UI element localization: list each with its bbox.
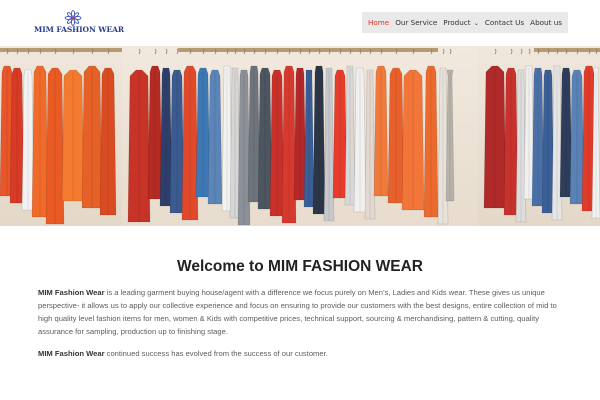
page-title: Welcome to MIM FASHION WEAR [176, 258, 423, 275]
nav-item-home[interactable]: Home [368, 18, 389, 27]
clothes-rack-image [0, 48, 600, 226]
nav-item-our-service[interactable]: Our Service [395, 18, 437, 27]
hanger [154, 48, 157, 55]
hanger [520, 48, 523, 55]
intro-paragraph: MIM Fashion Wear is a leading garment bu… [38, 286, 560, 338]
chevron-down-icon: ⌄ [473, 20, 479, 27]
brand-name-2: MIM Fashion Wear [38, 349, 105, 358]
brand-name: MIM Fashion Wear [38, 288, 105, 297]
intro-text: is a leading garment buying house/agent … [38, 288, 557, 336]
main-nav: Home Our Service Product ⌄ Contact Us Ab… [362, 12, 568, 33]
success-paragraph: MIM Fashion Wear continued success has e… [38, 347, 560, 360]
hanger [449, 48, 452, 55]
hanger [176, 48, 179, 55]
hanger [528, 48, 531, 55]
nav-item-about-us[interactable]: About us [530, 18, 562, 27]
hanger [510, 48, 513, 55]
site-header: MIM FASHION WEAR Home Our Service Produc… [0, 0, 600, 46]
site-logo[interactable]: MIM FASHION WEAR [34, 10, 124, 36]
hanger [165, 48, 168, 55]
hanger [494, 48, 497, 55]
rack-rail [178, 48, 438, 52]
nav-item-product[interactable]: Product ⌄ [443, 18, 479, 27]
success-text: continued success has evolved from the s… [104, 349, 328, 358]
nav-item-contact-us[interactable]: Contact Us [485, 18, 524, 27]
hero-banner [0, 46, 600, 226]
nav-item-product-label: Product [443, 18, 471, 27]
hanger [138, 48, 141, 55]
hanger [442, 48, 445, 55]
logo-text: MIM FASHION WEAR [34, 25, 125, 34]
main-content: Welcome to MIM FASHION WEAR MIM Fashion … [0, 226, 600, 400]
flower-logo-icon [64, 10, 82, 26]
